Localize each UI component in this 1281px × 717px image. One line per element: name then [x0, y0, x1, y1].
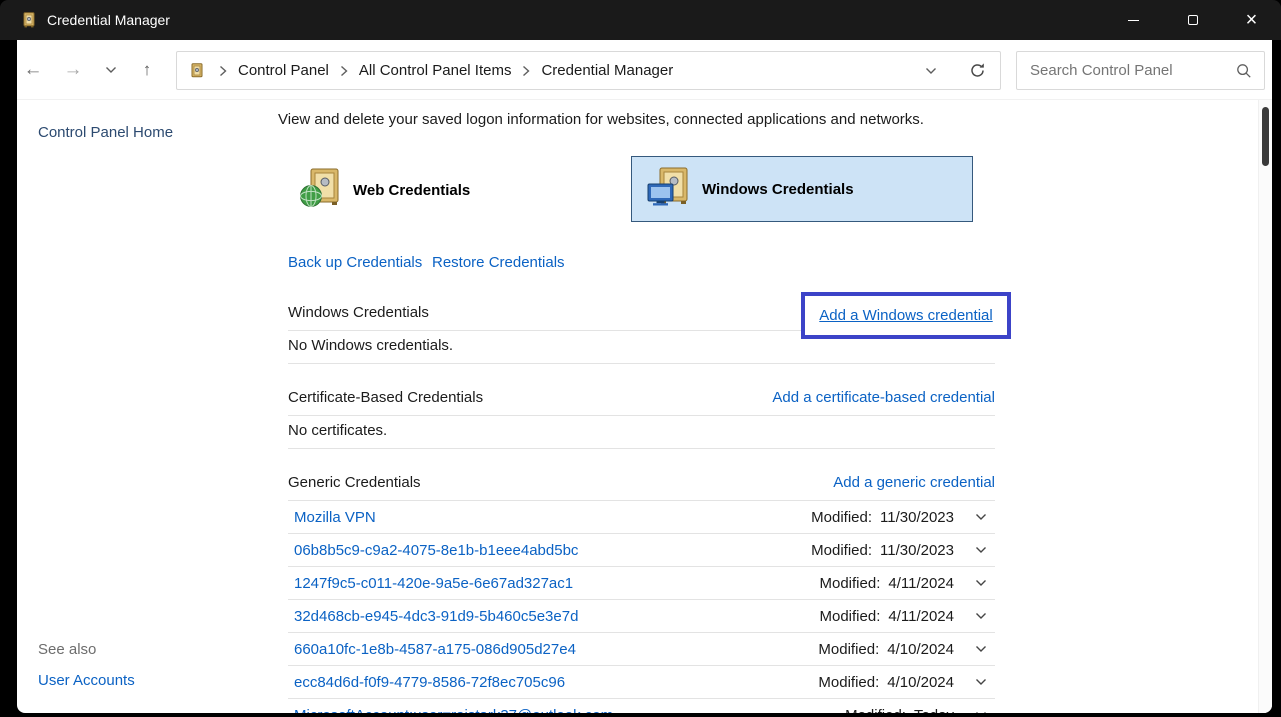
credential-name-link[interactable]: Mozilla VPN: [294, 509, 376, 526]
expand-chevron-icon[interactable]: [971, 513, 991, 521]
forward-button[interactable]: →: [59, 40, 87, 100]
backup-credentials-link[interactable]: Back up Credentials: [288, 254, 422, 271]
expand-chevron-icon[interactable]: [971, 645, 991, 653]
minimize-icon: [1128, 20, 1139, 21]
credential-row: 06b8b5c9-c9a2-4075-8e1b-b1eee4abd5bc Mod…: [288, 534, 995, 567]
breadcrumb-chevron-icon: [219, 65, 227, 77]
expand-chevron-icon[interactable]: [971, 678, 991, 686]
credential-name-link[interactable]: 660a10fc-1e8b-4587-a175-086d905d27e4: [294, 641, 576, 658]
sidebar-item-user-accounts[interactable]: User Accounts: [38, 672, 135, 689]
breadcrumb-item-credential-manager[interactable]: Credential Manager: [541, 62, 673, 79]
address-bar[interactable]: Control Panel All Control Panel Items Cr…: [176, 51, 1001, 90]
recent-pages-dropdown-button[interactable]: [99, 40, 123, 100]
credential-name-link[interactable]: 06b8b5c9-c9a2-4075-8e1b-b1eee4abd5bc: [294, 542, 578, 559]
separator: [288, 448, 995, 449]
expand-chevron-icon[interactable]: [971, 579, 991, 587]
credential-row: 660a10fc-1e8b-4587-a175-086d905d27e4 Mod…: [288, 633, 995, 666]
see-also-label: See also: [38, 641, 96, 658]
tab-label: Web Credentials: [353, 182, 470, 199]
page-description: View and delete your saved logon informa…: [278, 111, 924, 128]
expand-chevron-icon[interactable]: [971, 546, 991, 554]
credential-row: MicrosoftAccount:user=raistark37@outlook…: [288, 699, 995, 713]
modified-label: Modified:: [818, 674, 879, 691]
modified-label: Modified:: [811, 542, 872, 559]
separator: [288, 415, 995, 416]
chevron-down-icon: [105, 66, 117, 74]
separator: [288, 363, 995, 364]
windows-credentials-heading: Windows Credentials: [288, 304, 429, 321]
breadcrumb-item-control-panel[interactable]: Control Panel: [238, 62, 329, 79]
modified-date: 4/10/2024: [887, 674, 954, 691]
add-windows-credential-link[interactable]: Add a Windows credential: [819, 307, 992, 324]
scrollbar-thumb[interactable]: [1262, 107, 1269, 166]
credential-name-link[interactable]: 1247f9c5-c011-420e-9a5e-6e67ad327ac1: [294, 575, 573, 592]
back-button[interactable]: ←: [19, 40, 47, 100]
modified-date: 4/10/2024: [887, 641, 954, 658]
up-button[interactable]: ↑: [133, 40, 161, 100]
window-title: Credential Manager: [47, 12, 170, 28]
close-icon: ×: [1246, 10, 1258, 30]
breadcrumb-chevron-icon: [522, 65, 530, 77]
maximize-button[interactable]: [1163, 0, 1222, 40]
tab-label: Windows Credentials: [702, 181, 854, 198]
address-dropdown-button[interactable]: [925, 67, 937, 75]
modified-label: Modified:: [820, 575, 881, 592]
web-credentials-icon: [298, 166, 342, 215]
modified-label: Modified:: [811, 509, 872, 526]
highlight-annotation-box: Add a Windows credential: [801, 292, 1011, 339]
credential-row: 1247f9c5-c011-420e-9a5e-6e67ad327ac1 Mod…: [288, 567, 995, 600]
modified-date: 11/30/2023: [880, 542, 954, 559]
back-arrow-icon: ←: [24, 59, 43, 81]
sidebar-item-control-panel-home[interactable]: Control Panel Home: [38, 124, 173, 141]
tab-windows-credentials[interactable]: Windows Credentials: [631, 156, 973, 222]
search-box: [1016, 51, 1265, 90]
credential-row: Mozilla VPN Modified: 11/30/2023: [288, 501, 995, 534]
modified-date: 11/30/2023: [880, 509, 954, 526]
breadcrumb-chevron-icon: [340, 65, 348, 77]
credential-name-link[interactable]: MicrosoftAccount:user=raistark37@outlook…: [294, 707, 613, 714]
expand-chevron-icon[interactable]: [971, 711, 991, 713]
windows-credentials-icon: [647, 165, 691, 214]
window-body: ← → ↑ Control Panel All Control Panel It…: [17, 40, 1272, 713]
restore-credentials-link[interactable]: Restore Credentials: [432, 254, 565, 271]
modified-label: Modified:: [820, 608, 881, 625]
credential-name-link[interactable]: ecc84d6d-f0f9-4779-8586-72f8ec705c96: [294, 674, 565, 691]
scrollbar-track[interactable]: [1258, 100, 1272, 713]
modified-date: 4/11/2024: [888, 575, 954, 592]
refresh-button[interactable]: [969, 62, 986, 79]
window-controls: ×: [1104, 0, 1281, 40]
tab-web-credentials[interactable]: Web Credentials: [298, 166, 470, 214]
credential-row: 32d468cb-e945-4dc3-91d9-5b460c5e3e7d Mod…: [288, 600, 995, 633]
minimize-button[interactable]: [1104, 0, 1163, 40]
search-input[interactable]: [1017, 62, 1236, 79]
credential-row: ecc84d6d-f0f9-4779-8586-72f8ec705c96 Mod…: [288, 666, 995, 699]
up-arrow-icon: ↑: [143, 60, 152, 80]
generic-credentials-list: Mozilla VPN Modified: 11/30/2023 06b8b5c…: [288, 501, 995, 713]
modified-label: Modified:: [845, 707, 906, 714]
add-certificate-credential-link[interactable]: Add a certificate-based credential: [772, 389, 995, 406]
chevron-down-icon: [925, 67, 937, 75]
breadcrumb-item-all-control-panel-items[interactable]: All Control Panel Items: [359, 62, 512, 79]
credential-manager-icon: [21, 12, 37, 28]
close-button[interactable]: ×: [1222, 0, 1281, 40]
credential-name-link[interactable]: 32d468cb-e945-4dc3-91d9-5b460c5e3e7d: [294, 608, 578, 625]
navigation-toolbar: ← → ↑ Control Panel All Control Panel It…: [17, 40, 1272, 100]
modified-date: 4/11/2024: [888, 608, 954, 625]
modified-label: Modified:: [818, 641, 879, 658]
search-icon[interactable]: [1236, 63, 1252, 79]
certificate-credentials-empty-text: No certificates.: [288, 422, 387, 439]
refresh-icon: [969, 62, 986, 79]
add-generic-credential-link[interactable]: Add a generic credential: [833, 474, 995, 491]
control-panel-icon: [189, 63, 205, 79]
modified-date: Today: [914, 707, 954, 714]
title-bar: Credential Manager ×: [0, 0, 1281, 40]
maximize-icon: [1188, 15, 1198, 25]
expand-chevron-icon[interactable]: [971, 612, 991, 620]
forward-arrow-icon: →: [64, 59, 83, 81]
windows-credentials-empty-text: No Windows credentials.: [288, 337, 453, 354]
